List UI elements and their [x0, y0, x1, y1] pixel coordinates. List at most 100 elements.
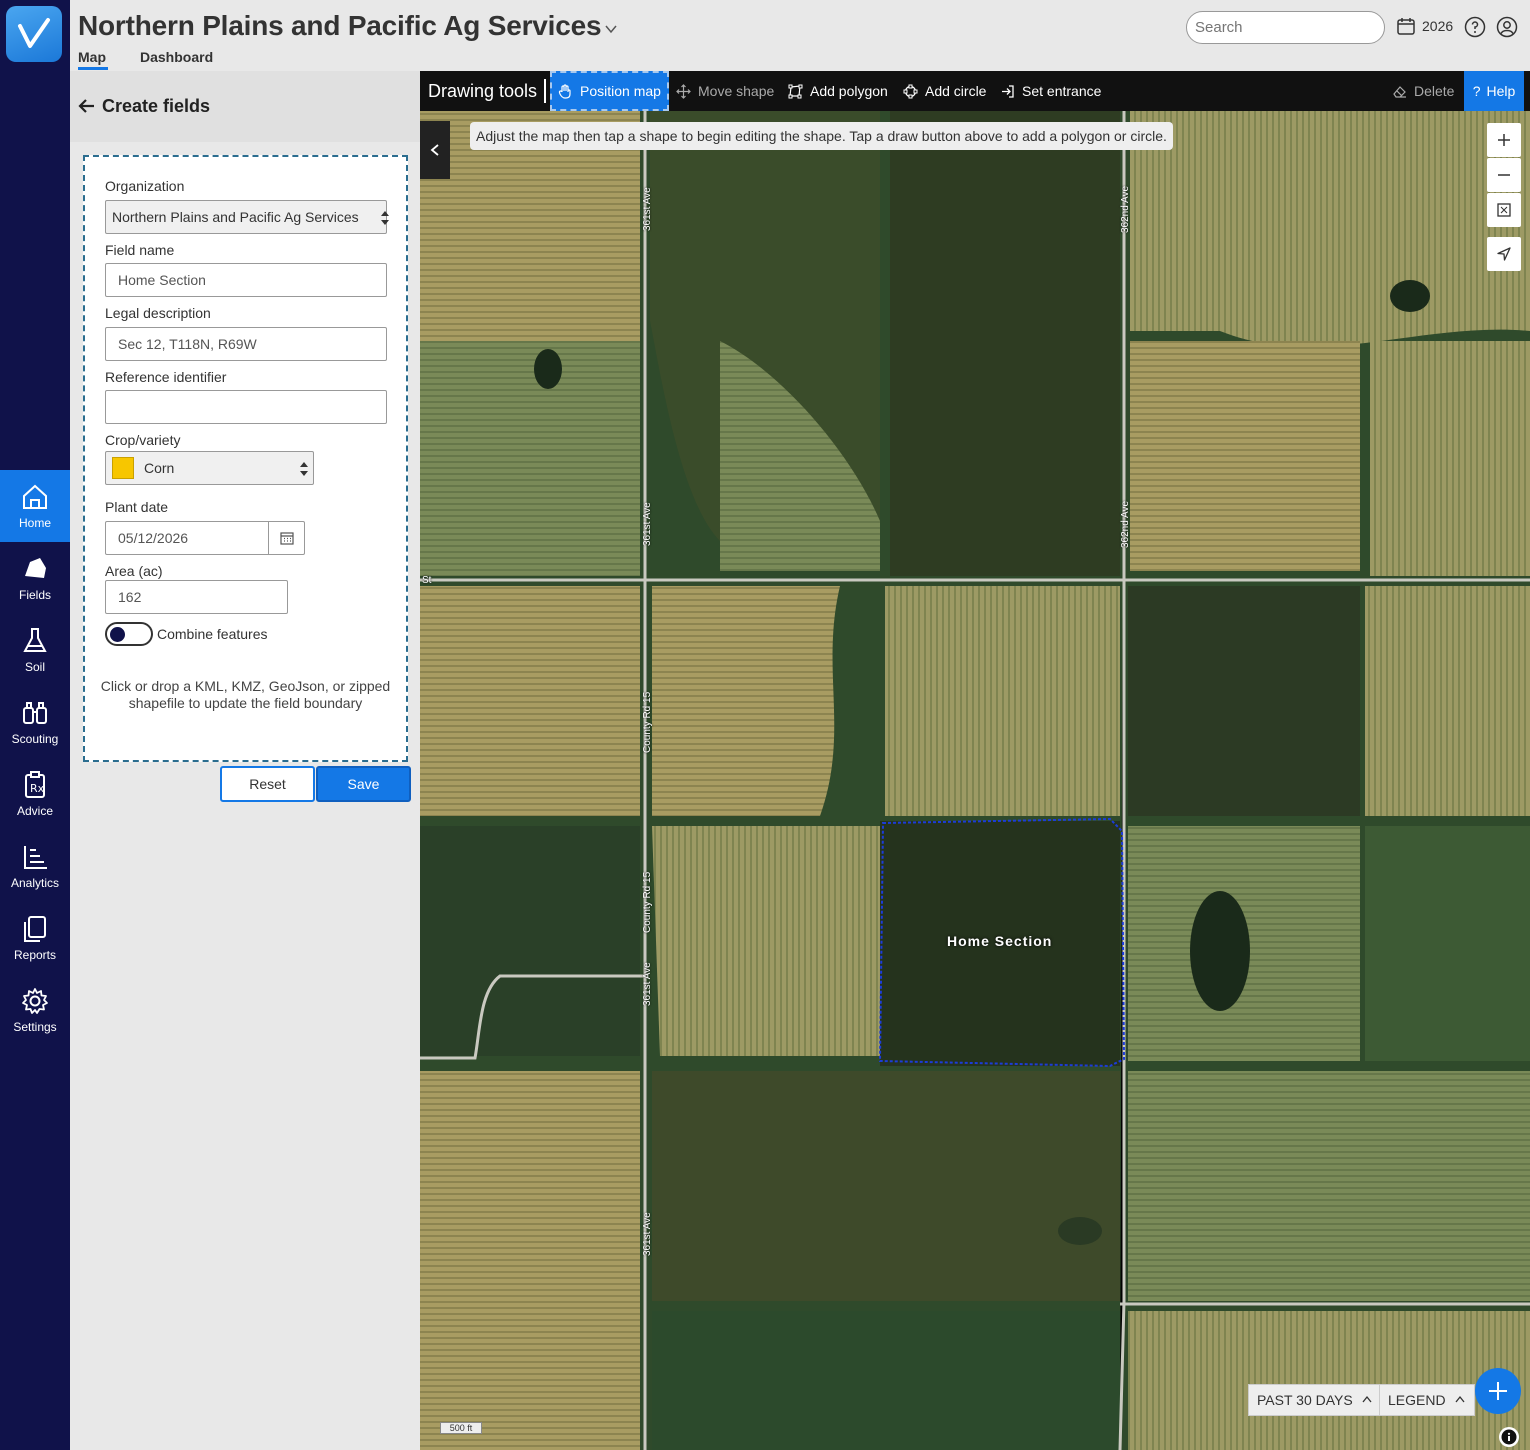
- add-circle-button[interactable]: Add circle: [897, 71, 992, 111]
- svg-text:Rx: Rx: [30, 782, 45, 795]
- field-name-label: Field name: [105, 242, 175, 258]
- organization-value: Northern Plains and Pacific Ag Services: [112, 209, 359, 225]
- set-entrance-button[interactable]: Set entrance: [994, 71, 1107, 111]
- add-polygon-label: Add polygon: [810, 83, 888, 99]
- flask-icon: [23, 628, 47, 652]
- info-button[interactable]: [1499, 1427, 1519, 1447]
- nav-item-fields[interactable]: Fields: [0, 542, 70, 614]
- search-input[interactable]: [1186, 11, 1385, 44]
- past-30-days-label: PAST 30 DAYS: [1257, 1392, 1353, 1408]
- nav-label-analytics: Analytics: [10, 876, 60, 890]
- chevron-up-icon: [1455, 1395, 1465, 1403]
- tab-map[interactable]: Map: [78, 49, 106, 65]
- nav-label-settings: Settings: [13, 1020, 57, 1034]
- tab-dashboard[interactable]: Dashboard: [140, 49, 213, 65]
- add-circle-label: Add circle: [925, 83, 987, 99]
- back-arrow-icon[interactable]: [78, 97, 96, 115]
- area-label: Area (ac): [105, 563, 163, 579]
- road-label: County Rd 15: [642, 691, 653, 753]
- active-tab-indicator: [78, 67, 108, 70]
- nav-item-scouting[interactable]: Scouting: [0, 686, 70, 758]
- legal-description-input[interactable]: Sec 12, T118N, R69W: [105, 327, 387, 361]
- organization-select[interactable]: Northern Plains and Pacific Ag Services: [105, 200, 389, 234]
- legend-button[interactable]: LEGEND: [1379, 1384, 1475, 1416]
- area-input[interactable]: 162: [105, 580, 288, 614]
- road-label: 361st Ave: [642, 1212, 653, 1256]
- field-form-dropzone[interactable]: Organization Northern Plains and Pacific…: [83, 155, 408, 762]
- add-polygon-button[interactable]: Add polygon: [782, 71, 894, 111]
- combine-features-toggle[interactable]: [105, 622, 153, 646]
- crop-variety-label: Crop/variety: [105, 432, 181, 448]
- info-icon: [1501, 1429, 1517, 1445]
- past-30-days-button[interactable]: PAST 30 DAYS: [1248, 1384, 1382, 1416]
- move-shape-button[interactable]: Move shape: [670, 71, 780, 111]
- fit-bounds-button[interactable]: [1487, 193, 1521, 227]
- app-logo[interactable]: [6, 6, 62, 62]
- plant-date-label: Plant date: [105, 499, 169, 515]
- updown-icon: [300, 462, 308, 476]
- drawing-toolbar: Drawing tools Position map Move shape Ad…: [420, 71, 1530, 111]
- move-arrows-icon: [676, 83, 691, 99]
- chevron-down-icon[interactable]: [604, 22, 618, 36]
- field-name-input[interactable]: Home Section: [105, 263, 387, 297]
- year-selector[interactable]: 2026: [1396, 16, 1453, 36]
- help-label: Help: [1486, 83, 1516, 99]
- position-map-button[interactable]: Position map: [550, 71, 669, 111]
- updown-icon: [381, 211, 389, 225]
- date-picker-button[interactable]: [268, 522, 304, 554]
- minus-icon: [1498, 174, 1510, 176]
- collapse-panel-button[interactable]: [420, 121, 450, 179]
- save-button[interactable]: Save: [316, 766, 411, 802]
- circle-icon: [903, 84, 918, 98]
- nav-item-soil[interactable]: Soil: [0, 614, 70, 686]
- crop-variety-value: Corn: [144, 460, 175, 476]
- question-icon: ?: [1472, 83, 1481, 99]
- nav-label-advice: Advice: [16, 804, 54, 818]
- delete-label: Delete: [1414, 83, 1455, 99]
- binoculars-icon: [23, 702, 47, 724]
- map-hint-tooltip: Adjust the map then tap a shape to begin…: [470, 122, 1173, 150]
- file-drop-instructions: Click or drop a KML, KMZ, GeoJson, or zi…: [100, 678, 391, 711]
- plus-icon: [1489, 1382, 1507, 1400]
- field-boundary-label[interactable]: Home Section: [947, 933, 1052, 949]
- chevron-up-icon: [1362, 1395, 1372, 1403]
- combine-features-label: Combine features: [157, 626, 268, 642]
- toolbar-divider: [544, 79, 546, 103]
- road-label: County Rd 15: [642, 871, 653, 933]
- crop-variety-select[interactable]: Corn: [105, 451, 314, 485]
- move-shape-label: Move shape: [698, 83, 775, 99]
- help-circle-icon[interactable]: [1464, 16, 1486, 38]
- map-view[interactable]: Drawing tools Position map Move shape Ad…: [420, 71, 1530, 1450]
- reset-button[interactable]: Reset: [220, 766, 315, 802]
- add-fab-button[interactable]: [1475, 1368, 1521, 1414]
- map-scale: 500 ft: [440, 1422, 482, 1434]
- nav-item-home[interactable]: Home: [0, 470, 70, 542]
- calendar-icon: [1397, 18, 1415, 35]
- nav-label-soil: Soil: [24, 660, 45, 674]
- entrance-icon: [1002, 84, 1014, 98]
- legend-label: LEGEND: [1388, 1392, 1446, 1408]
- nav-item-advice[interactable]: Rx Advice: [0, 758, 70, 830]
- nav-label-home: Home: [18, 516, 51, 530]
- location-arrow-icon: [1497, 247, 1511, 261]
- position-map-label: Position map: [580, 83, 661, 99]
- app-header: Northern Plains and Pacific Ag Services …: [70, 0, 1530, 71]
- zoom-in-button[interactable]: [1487, 123, 1521, 157]
- reference-identifier-input[interactable]: [105, 390, 387, 424]
- nav-item-analytics[interactable]: Analytics: [0, 830, 70, 902]
- nav-item-reports[interactable]: Reports: [0, 902, 70, 974]
- help-button[interactable]: ? Help: [1464, 71, 1524, 111]
- panel-title: Create fields: [102, 96, 211, 116]
- locate-me-button[interactable]: [1487, 237, 1521, 271]
- zoom-out-button[interactable]: [1487, 158, 1521, 192]
- legal-description-label: Legal description: [105, 305, 211, 321]
- delete-button[interactable]: Delete: [1386, 71, 1460, 111]
- plant-date-input[interactable]: 05/12/2026: [105, 521, 305, 555]
- user-account-icon[interactable]: [1496, 16, 1518, 38]
- org-title[interactable]: Northern Plains and Pacific Ag Services: [78, 10, 602, 42]
- logo-check-icon: [18, 18, 50, 48]
- create-field-panel: Organization Northern Plains and Pacific…: [70, 142, 420, 1450]
- road-label: St: [422, 575, 432, 586]
- nav-item-settings[interactable]: Settings: [0, 974, 70, 1046]
- chart-icon: [24, 846, 47, 869]
